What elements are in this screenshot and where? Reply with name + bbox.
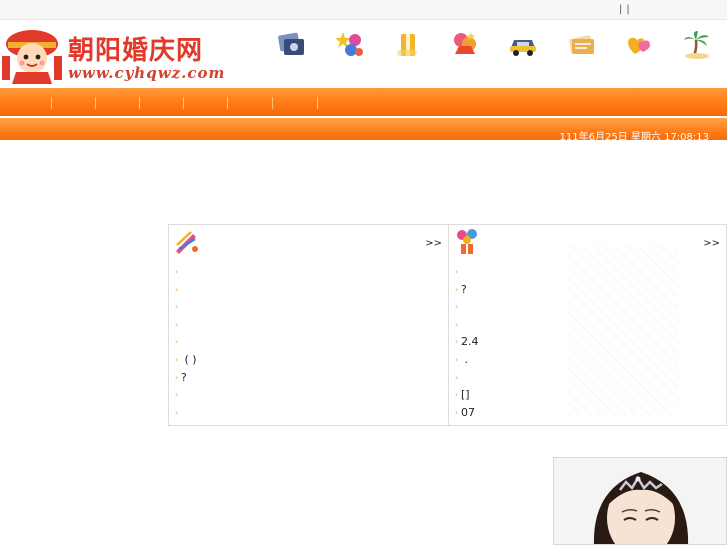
wedding-cake-icon (454, 32, 476, 54)
category-decor[interactable] (320, 28, 378, 86)
list-item[interactable]: › (175, 298, 197, 316)
article-title[interactable]: . (461, 353, 468, 366)
bullet-icon: › (175, 267, 179, 276)
article-list: › › › › › › ( ) ›? › › (175, 263, 197, 421)
site-url: www.cyhqwz.com (68, 64, 226, 82)
article-title[interactable]: ( ) (181, 353, 196, 366)
more-link[interactable]: >> (703, 238, 720, 249)
list-item[interactable]: › 07 (455, 404, 479, 422)
bullet-icon: › (175, 319, 179, 329)
bullet-icon: › (175, 407, 179, 417)
category-invitation[interactable] (552, 28, 610, 86)
list-item[interactable]: › . (455, 351, 479, 369)
list-item[interactable]: › (175, 316, 197, 334)
list-item[interactable]: › (175, 404, 197, 422)
top-bar-links: | | (617, 4, 632, 15)
bullet-icon: › (455, 319, 459, 329)
top-link-divider: | (626, 4, 630, 15)
bride-photo[interactable] (553, 457, 727, 545)
bride-mascot-icon (2, 30, 62, 84)
category-car[interactable] (494, 28, 552, 86)
heart-rings-icon (628, 37, 650, 54)
category-gift[interactable] (378, 28, 436, 86)
bullet-icon: › (455, 267, 459, 276)
list-item[interactable]: › (175, 281, 197, 299)
list-item[interactable]: › (175, 333, 197, 351)
bullet-icon: › (175, 390, 179, 400)
list-item[interactable]: › (455, 316, 479, 334)
list-item[interactable]: › (455, 298, 479, 316)
nav-divider (95, 97, 96, 109)
bullet-icon: › (175, 337, 179, 347)
site-header: 朝阳婚庆网 www.cyhqwz.com (0, 20, 727, 86)
nav-divider (272, 97, 273, 109)
list-item[interactable]: ›[] (455, 386, 479, 404)
camera-photos-icon (278, 32, 304, 55)
news-panel-left: >> › › › › › › ( ) ›? › › (168, 224, 449, 426)
main-nav (0, 88, 727, 116)
category-photo[interactable] (262, 28, 320, 86)
list-item[interactable]: › (175, 263, 197, 281)
balloons-stars-icon (335, 32, 363, 56)
nav-divider (317, 97, 318, 109)
list-item[interactable]: ›? (175, 369, 197, 387)
category-honeymoon[interactable] (668, 28, 726, 86)
article-list: › ›? › › › 2.4 › . › ›[] › 07 (455, 263, 479, 421)
invitation-card-icon (569, 35, 594, 54)
site-brand-name: 朝阳婚庆网 (68, 36, 204, 66)
wedding-car-icon (510, 40, 536, 56)
palm-island-icon (684, 31, 709, 59)
article-title[interactable]: 07 (461, 406, 475, 419)
category-cake[interactable] (436, 28, 494, 86)
nav-divider (139, 97, 140, 109)
list-item[interactable]: ›? (455, 281, 479, 299)
list-item[interactable]: › (455, 369, 479, 387)
site-logo[interactable]: 朝阳婚庆网 www.cyhqwz.com (2, 26, 234, 84)
more-link[interactable]: >> (425, 238, 442, 249)
nav-divider (227, 97, 228, 109)
bullet-icon: › (455, 372, 459, 382)
gift-box-icon (397, 34, 417, 56)
current-date-time: 111年6月25日 星期六 17:08:13 (559, 132, 709, 143)
bullet-icon: › (455, 302, 459, 312)
list-item[interactable]: › (455, 263, 479, 281)
list-item[interactable]: › 2.4 (455, 333, 479, 351)
bullet-icon: › (175, 302, 179, 312)
gift-balloons-icon (457, 229, 477, 254)
article-title[interactable]: ? (461, 283, 467, 296)
article-title[interactable]: ? (181, 371, 187, 384)
bride-portrait-image (554, 458, 726, 544)
list-item[interactable]: › ( ) (175, 351, 197, 369)
nav-divider (183, 97, 184, 109)
background-watermark (568, 245, 678, 415)
top-utility-bar: | | (0, 0, 727, 20)
article-title[interactable]: [] (461, 388, 470, 401)
date-bar: 111年6月25日 星期六 17:08:13 (0, 118, 727, 143)
nav-divider (51, 97, 52, 109)
pencil-brush-icon (176, 231, 198, 254)
bullet-icon: › (175, 284, 179, 294)
category-hearts[interactable] (610, 28, 668, 86)
list-item[interactable]: › (175, 386, 197, 404)
article-title[interactable]: 2.4 (461, 335, 479, 348)
